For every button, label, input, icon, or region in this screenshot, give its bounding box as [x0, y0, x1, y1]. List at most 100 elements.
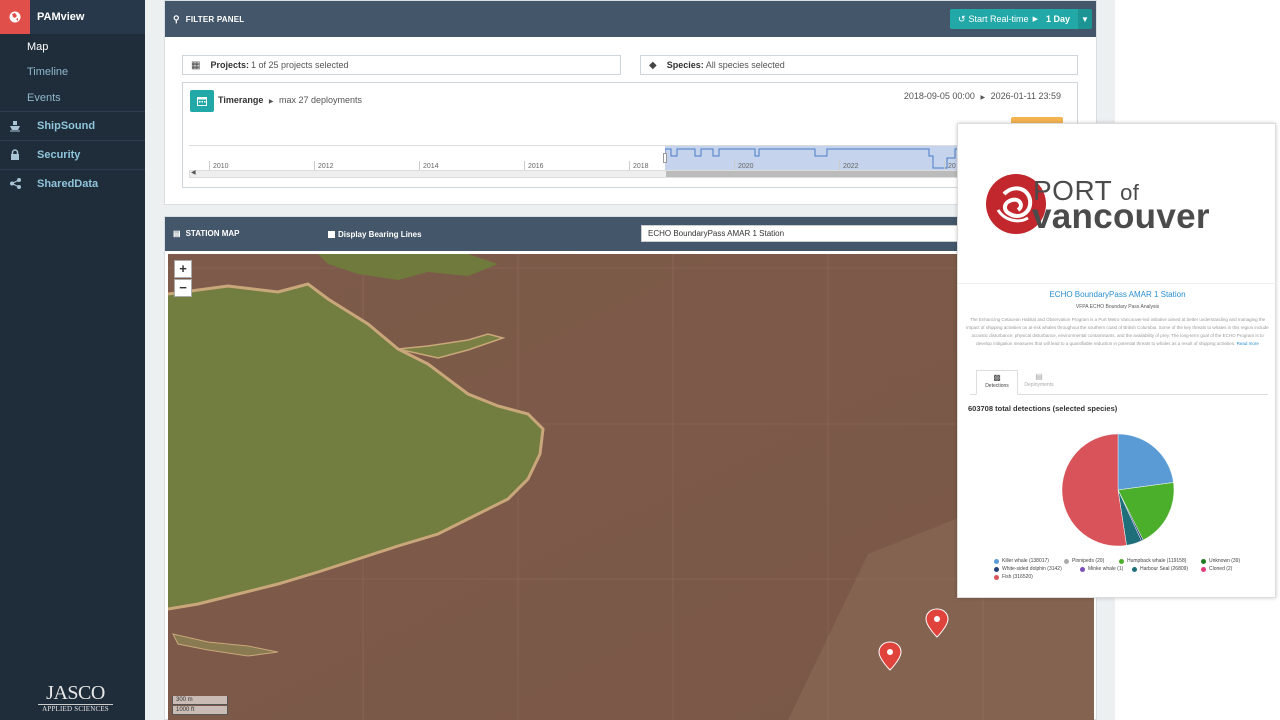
jasco-logo: JASCO APPLIED SCIENCES	[38, 682, 113, 713]
timerange-values: 2018-09-05 00:00 ▶ 2026-01-11 23:59	[904, 91, 1061, 101]
range-end: 2026-01-11 23:59	[990, 91, 1061, 101]
legend-dot-icon	[994, 558, 999, 564]
range-start: 2018-09-05 00:00	[903, 91, 975, 101]
station-popup: PORT of vancouver ECHO BoundaryPass AMAR…	[957, 123, 1277, 598]
projects-selector[interactable]: ▦ Projects: 1 of 25 projects selected	[182, 55, 621, 75]
timerange-box: Timerange ▶ max 27 deployments 2018-09-0…	[182, 82, 1078, 188]
zoom-in-button[interactable]: +	[174, 260, 192, 278]
port-vancouver-logo: PORT of vancouver	[958, 124, 1277, 284]
timerange-label: Timerange ▶ max 27 deployments	[218, 95, 362, 105]
popup-station-title[interactable]: ECHO BoundaryPass AMAR 1 Station	[958, 290, 1277, 299]
timeline-scrollbar[interactable]: ◀	[189, 169, 980, 178]
popup-tabs: ▩ Detections ▤ Deployments	[970, 370, 1268, 395]
timerange-title: Timerange	[218, 95, 264, 105]
projects-icon: ▦	[191, 59, 201, 71]
legend-label: White-sided dolphin (3142)	[1002, 566, 1062, 572]
ship-icon	[0, 120, 30, 132]
pie-slice[interactable]	[1061, 433, 1127, 547]
legend-dot-icon	[1080, 566, 1085, 572]
filter-panel-title: FILTER PANEL	[185, 14, 245, 24]
sidebar-item-label: ShipSound	[37, 119, 96, 132]
bearing-lines-checkbox[interactable]	[328, 231, 335, 238]
legend-item[interactable]: Minke whale (1)	[1080, 566, 1123, 572]
species-selector[interactable]: ◆ Species: All species selected	[640, 55, 1078, 75]
sidebar: PAMview Map Timeline Events ShipSound Se…	[0, 0, 145, 720]
satellite-map[interactable]: + − 300 m 1000 ft	[168, 254, 1094, 720]
sidebar-item-shareddata[interactable]: SharedData	[0, 168, 145, 198]
legend-label: Unknown (39)	[1209, 558, 1241, 564]
legend-label: Harbour Seal (26809)	[1140, 566, 1189, 572]
legend-dot-icon	[994, 574, 999, 580]
logo-text-vancouver: vancouver	[1032, 197, 1210, 236]
tab-deployments[interactable]: ▤ Deployments	[1018, 370, 1060, 395]
popup-station-subtitle: VFPA ECHO Boundary Pass Analysis	[1075, 304, 1160, 310]
station-map-title: ▤ STATION MAP	[173, 229, 244, 238]
sidebar-app-pamview[interactable]: PAMview	[0, 0, 145, 34]
legend-dot-icon	[1132, 566, 1137, 572]
sidebar-item-security[interactable]: Security	[0, 139, 145, 169]
legend-dot-icon	[1201, 558, 1206, 564]
legend-item[interactable]: Pinnipeds (20)	[1064, 558, 1104, 564]
read-more-link[interactable]: Read more	[1237, 341, 1259, 346]
book-icon: ▤	[1035, 372, 1043, 381]
chevron-down-icon: ▼	[1081, 14, 1089, 24]
legend-item[interactable]: Cloned (2)	[1201, 566, 1232, 572]
station-map-title-text: STATION MAP	[185, 229, 240, 238]
scale-feet: 1000 ft	[172, 706, 228, 715]
lock-icon	[0, 149, 30, 160]
popup-description-text: The Enhancing Cetacean Habitat and Obser…	[966, 317, 1269, 346]
projects-value: 1 of 25 projects selected	[250, 60, 349, 70]
popup-description: The Enhancing Cetacean Habitat and Obser…	[964, 316, 1271, 348]
sidebar-item-label: SharedData	[37, 177, 99, 190]
legend-item[interactable]: Killer whale (138017)	[994, 558, 1049, 564]
legend-item[interactable]: White-sided dolphin (3142)	[994, 566, 1062, 572]
legend-label: Cloned (2)	[1209, 566, 1233, 572]
legend-dot-icon	[1201, 566, 1206, 572]
start-realtime-button[interactable]: ↺ Start Real-time ▶ 1 Day	[950, 9, 1078, 29]
sidebar-subitem-timeline[interactable]: Timeline	[0, 60, 145, 86]
tab-detections-label: Detections	[985, 383, 1009, 389]
legend-item[interactable]: Harbour Seal (26809)	[1132, 566, 1188, 572]
calendar-icon[interactable]	[190, 90, 214, 112]
map-icon: ▤	[173, 229, 181, 238]
sidebar-subitem-events[interactable]: Events	[0, 85, 145, 111]
tab-deployments-label: Deployments	[1024, 382, 1054, 388]
sidebar-item-label: Security	[37, 148, 81, 161]
legend-label: Minke whale (1)	[1088, 566, 1124, 572]
legend-item[interactable]: Unknown (39)	[1201, 558, 1240, 564]
legend-item[interactable]: Fish (316520)	[994, 574, 1033, 580]
caret-right-icon: ▶	[268, 99, 274, 105]
jasco-logo-title: JASCO	[38, 682, 113, 705]
pie-slice[interactable]	[1117, 433, 1174, 491]
bar-chart-icon: ▩	[993, 373, 1001, 382]
realtime-button-group: ↺ Start Real-time ▶ 1 Day ▼	[950, 9, 1092, 29]
scale-meters: 300 m	[172, 696, 228, 705]
sidebar-subitem-map[interactable]: Map	[0, 34, 145, 60]
sidebar-app-label: PAMview	[37, 11, 85, 23]
share-icon	[0, 178, 30, 189]
legend-dot-icon	[1119, 558, 1124, 564]
sidebar-item-shipsound[interactable]: ShipSound	[0, 110, 145, 140]
zoom-out-button[interactable]: −	[174, 279, 192, 297]
search-icon: ⚲	[173, 13, 180, 24]
timerange-detail: max 27 deployments	[279, 95, 363, 105]
station-select[interactable]: ECHO BoundaryPass AMAR 1 Station	[641, 225, 961, 242]
legend-item[interactable]: Humpback whale (119158)	[1119, 558, 1186, 564]
scroll-left-icon[interactable]: ◀	[191, 169, 196, 176]
bearing-lines-label: Display Bearing Lines	[338, 230, 422, 239]
timeline-selected-range[interactable]	[663, 146, 985, 170]
caret-right-icon: ▶	[980, 95, 986, 101]
legend-dot-icon	[994, 566, 999, 572]
start-realtime-label: Start Real-time	[968, 14, 1029, 24]
jasco-logo-subtitle: APPLIED SCIENCES	[42, 705, 109, 713]
timeline-chart[interactable]: 2010 2012 2014 2016 2018 2020 2022 20	[189, 145, 985, 172]
projects-label: Projects:	[210, 60, 249, 70]
detections-pie-chart[interactable]	[1061, 433, 1175, 547]
caret-right-icon: ▶	[1032, 16, 1038, 23]
realtime-dropdown-toggle[interactable]: ▼	[1078, 9, 1092, 29]
bearing-lines-toggle[interactable]: Display Bearing Lines	[328, 230, 422, 239]
timeline-scroll-thumb[interactable]	[666, 171, 980, 177]
total-detections-text: 603708 total detections (selected specie…	[968, 404, 1118, 413]
tab-detections[interactable]: ▩ Detections	[976, 370, 1018, 395]
legend-label: Pinnipeds (20)	[1072, 558, 1105, 564]
